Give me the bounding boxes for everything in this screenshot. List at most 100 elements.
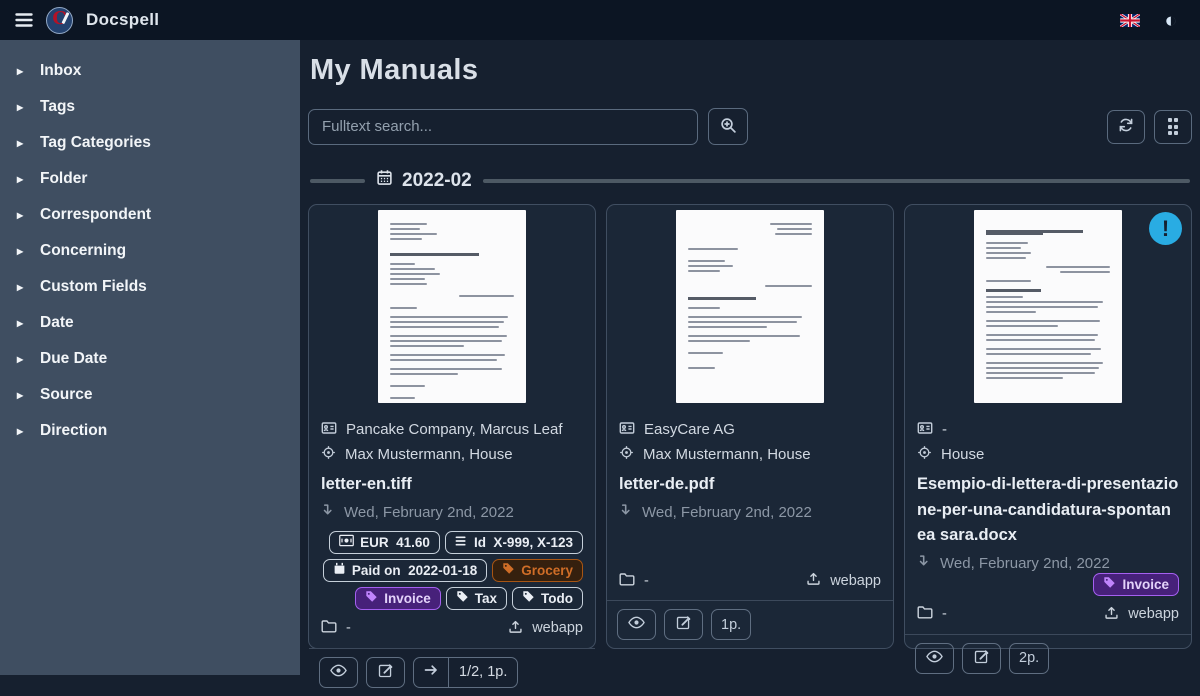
badge-list: Invoice (917, 573, 1179, 596)
grid-view-icon (1168, 118, 1179, 135)
dark-mode-toggle-icon[interactable]: ◐ (1164, 10, 1177, 31)
uk-flag-language-icon[interactable] (1120, 14, 1140, 27)
caret-right-icon: ▸ (17, 244, 26, 258)
navbar-right: ◐ (1120, 10, 1185, 31)
folder-value: - (644, 573, 649, 589)
menu-icon[interactable] (15, 12, 33, 28)
caret-right-icon: ▸ (17, 388, 26, 402)
upload-icon (806, 571, 821, 590)
document-thumbnail[interactable] (309, 205, 595, 407)
sidebar-item-folder[interactable]: ▸Folder (0, 161, 300, 197)
view-mode-button[interactable] (1154, 110, 1192, 144)
next-attachment-button[interactable] (414, 658, 448, 687)
sidebar-item-tag-categories[interactable]: ▸Tag Categories (0, 125, 300, 161)
source-label: webapp (806, 571, 881, 590)
item-name[interactable]: letter-de.pdf (619, 472, 881, 498)
sidebar-item-date[interactable]: ▸Date (0, 305, 300, 341)
tag-icon (502, 562, 515, 578)
app-title: Docspell (86, 10, 159, 30)
item-name[interactable]: Esempio-di-lettera-di-presentazione-per-… (917, 472, 1179, 549)
badge-list: EUR 41.60 Id X-999, X-123 (321, 531, 583, 610)
page-count-label: 2p. (1009, 643, 1049, 674)
sidebar-item-due-date[interactable]: ▸Due Date (0, 341, 300, 377)
preview-button[interactable] (915, 643, 954, 674)
tag-icon (365, 590, 378, 606)
sidebar-item-direction[interactable]: ▸Direction (0, 413, 300, 449)
folder-icon (321, 619, 337, 637)
upload-icon (508, 619, 523, 638)
edit-button[interactable] (962, 643, 1001, 674)
crosshairs-icon (917, 445, 932, 464)
folder-icon (917, 605, 933, 623)
edit-icon (378, 663, 393, 682)
sidebar-item-correspondent[interactable]: ▸Correspondent (0, 197, 300, 233)
arrow-down-icon (321, 503, 334, 522)
arrow-down-icon (917, 554, 930, 573)
preview-button[interactable] (319, 657, 358, 688)
item-card[interactable]: EasyCare AG Max Mustermann, House letter… (606, 204, 894, 649)
sidebar-item-tags[interactable]: ▸Tags (0, 89, 300, 125)
sidebar-item-custom-fields[interactable]: ▸Custom Fields (0, 269, 300, 305)
page-title: My Manuals (310, 54, 1192, 87)
crosshairs-icon (321, 445, 336, 464)
date-group-label: 2022-02 (402, 170, 472, 192)
date-group-divider: 2022-02 (308, 169, 1192, 192)
notification-exclamation-icon[interactable]: ! (1149, 212, 1182, 245)
edit-button[interactable] (664, 609, 703, 640)
refresh-button[interactable] (1107, 110, 1145, 144)
folder-row: - webapp (321, 610, 583, 648)
sidebar-item-inbox[interactable]: ▸Inbox (0, 53, 300, 89)
due-date-badge: Paid on 2022-01-18 (323, 559, 487, 582)
source-label: webapp (1104, 605, 1179, 624)
address-card-icon (619, 420, 635, 440)
fulltext-search-input[interactable] (308, 109, 698, 145)
eye-icon (628, 616, 645, 633)
document-thumbnail[interactable] (905, 205, 1191, 407)
caret-right-icon: ▸ (17, 64, 26, 78)
eye-icon (926, 650, 943, 667)
folder-icon (619, 572, 635, 590)
eye-icon (330, 664, 347, 681)
item-date: Wed, February 2nd, 2022 (917, 554, 1179, 573)
tag-badge-grocery: Grocery (492, 559, 583, 582)
tag-badge-invoice: Invoice (1093, 573, 1179, 596)
arrow-right-icon (424, 663, 438, 681)
card-actions: 2p. (905, 634, 1191, 682)
tag-icon (522, 590, 535, 606)
folder-row: - webapp (917, 596, 1179, 634)
search-bar (308, 108, 1192, 145)
top-navbar: C Docspell ◐ (0, 0, 1200, 40)
preview-button[interactable] (617, 609, 656, 640)
item-card[interactable]: ! - (904, 204, 1192, 649)
card-actions: 1/2, 1p. (309, 648, 595, 696)
item-card[interactable]: Pancake Company, Marcus Leaf Max Musterm… (308, 204, 596, 649)
main-content: My Manuals (300, 40, 1200, 675)
edit-icon (974, 649, 989, 668)
tag-icon (1103, 576, 1116, 592)
sidebar-item-concerning[interactable]: ▸Concerning (0, 233, 300, 269)
tag-icon (456, 590, 469, 606)
crosshairs-icon (619, 445, 634, 464)
caret-right-icon: ▸ (17, 172, 26, 186)
tag-badge-invoice: Invoice (355, 587, 441, 610)
upload-icon (1104, 605, 1119, 624)
caret-right-icon: ▸ (17, 352, 26, 366)
list-icon (455, 535, 468, 550)
edit-button[interactable] (366, 657, 405, 688)
sidebar-item-source[interactable]: ▸Source (0, 377, 300, 413)
search-button[interactable] (708, 108, 748, 145)
caret-right-icon: ▸ (17, 136, 26, 150)
calendar-check-icon (333, 562, 346, 578)
caret-right-icon: ▸ (17, 316, 26, 330)
item-name[interactable]: letter-en.tiff (321, 472, 583, 498)
page-count-label: 1/2, 1p. (448, 658, 517, 687)
item-date: Wed, February 2nd, 2022 (321, 503, 583, 522)
folder-row: - webapp (619, 562, 881, 600)
card-actions: 1p. (607, 600, 893, 648)
docspell-logo-icon[interactable]: C (46, 7, 73, 34)
page-count-label: 1p. (711, 609, 751, 640)
money-bill-icon (339, 534, 354, 550)
document-thumbnail[interactable] (607, 205, 893, 407)
address-card-icon (917, 420, 933, 440)
folder-value: - (942, 606, 947, 622)
